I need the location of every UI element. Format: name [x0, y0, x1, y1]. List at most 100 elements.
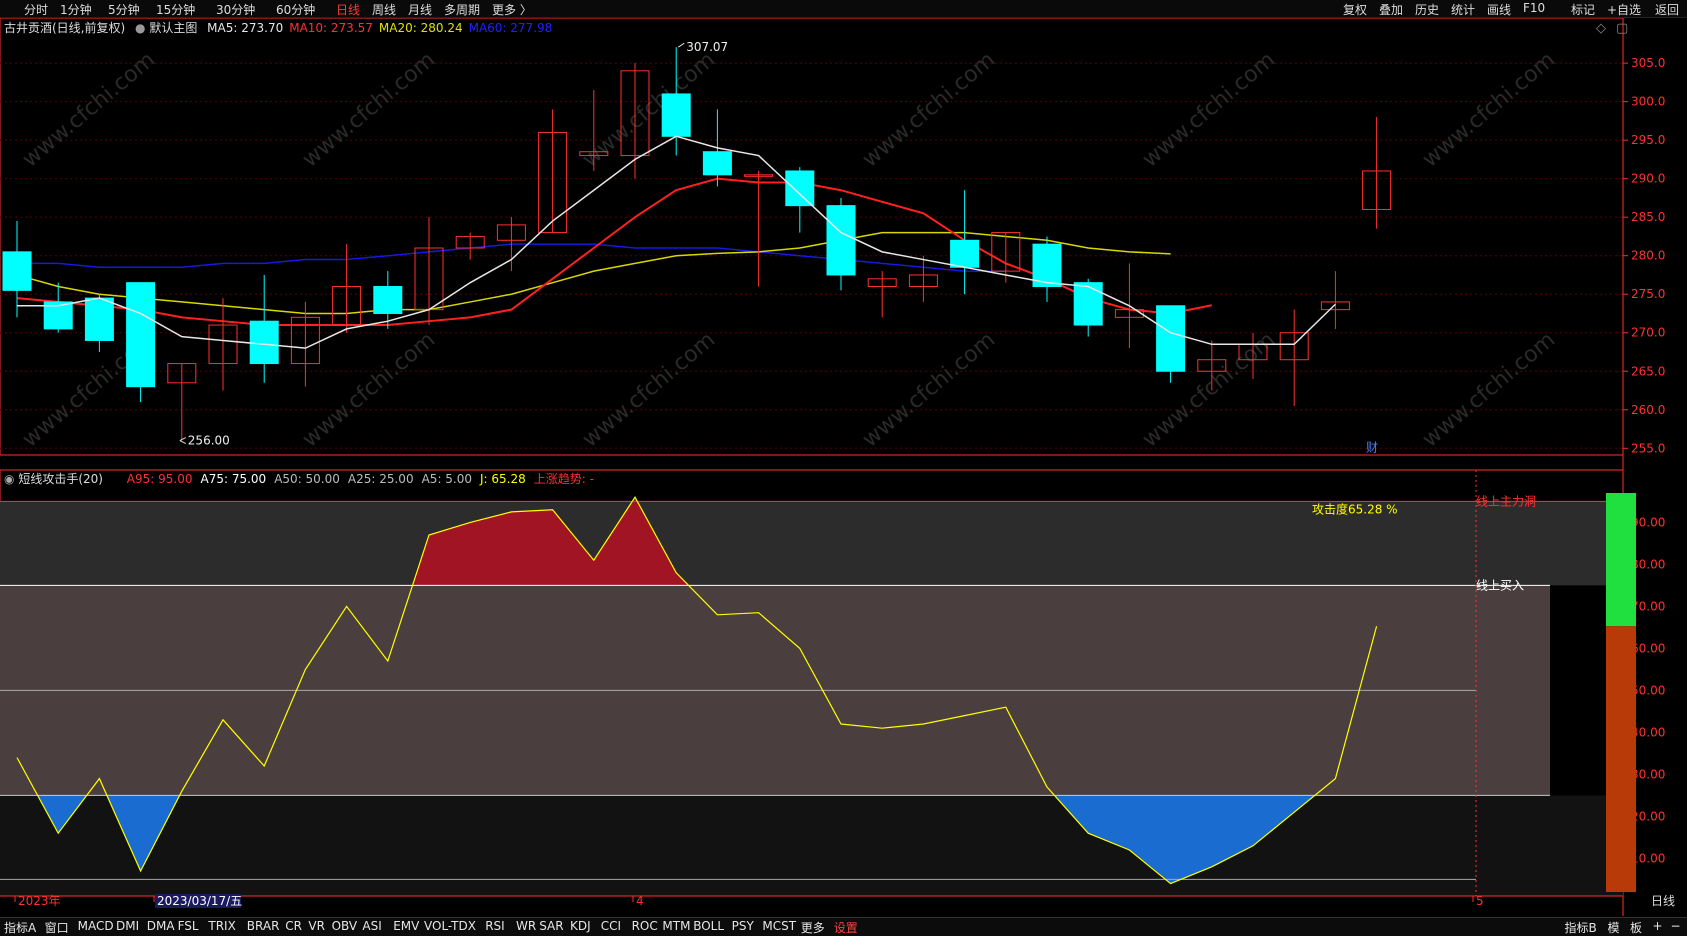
indicator-tab-11[interactable]: ASI	[362, 919, 381, 933]
indicator-value-0: A95: 95.00	[126, 472, 193, 486]
indicator-tab-6[interactable]: TRIX	[208, 919, 235, 933]
period-tab-0[interactable]: 分时	[24, 1, 48, 18]
candle-body	[84, 297, 114, 341]
indicator-tab-7[interactable]: BRAR	[247, 919, 280, 933]
low-marker: 256.00	[188, 434, 230, 448]
indicator-tab-25[interactable]: 设置	[834, 919, 858, 936]
period-tab-3[interactable]: 15分钟	[156, 1, 195, 18]
candle-body	[661, 93, 691, 137]
toolbar-right-1[interactable]: +自选	[1607, 1, 1641, 18]
candle-body	[1073, 282, 1103, 326]
indicator-tab-3[interactable]: DMI	[116, 919, 139, 933]
period-tab-4[interactable]: 30分钟	[216, 1, 255, 18]
collapse-icon[interactable]: ◉	[4, 472, 14, 486]
template-label[interactable]: 默认主图	[149, 21, 197, 35]
indicator-tab-18[interactable]: CCI	[601, 919, 621, 933]
indicator-value-6: 上涨趋势: -	[533, 472, 594, 486]
top-label: 线上主力洞	[1476, 494, 1536, 508]
high-marker: 307.07	[686, 40, 728, 54]
indicator-tab-24[interactable]: 更多	[801, 919, 825, 936]
template-dot-icon: ●	[135, 21, 146, 35]
indicator-tab-10[interactable]: OBV	[332, 919, 358, 933]
indicator-right-4[interactable]: 指标B	[1565, 919, 1597, 936]
indicator-tab-16[interactable]: SAR	[539, 919, 563, 933]
main-panel-frame	[0, 18, 1624, 456]
fin-marker: 财	[1366, 440, 1378, 454]
indicator-tab-23[interactable]: MCST	[762, 919, 796, 933]
indicator-right-3[interactable]: 模	[1608, 919, 1620, 936]
indicator-tab-0[interactable]: 指标A	[4, 919, 36, 936]
indicator-tab-13[interactable]: VOL-TDX	[424, 919, 476, 933]
indicator-tab-20[interactable]: MTM	[662, 919, 690, 933]
toolbar-right-0[interactable]: 返回	[1655, 1, 1679, 18]
indicator-name[interactable]: 短线攻击手(20)	[18, 472, 103, 486]
attack-label: 攻击度65.28 %	[1312, 501, 1398, 516]
indicator-value-5: J: 65.28	[480, 472, 526, 486]
gauge-upper	[1606, 493, 1636, 627]
candle-body	[785, 170, 815, 207]
indicator-tab-2[interactable]: MACD	[78, 919, 114, 933]
indicator-tab-15[interactable]: WR	[516, 919, 536, 933]
indicator-tabs: 指标A 窗口 MACD DMI DMA FSL TRIX BRAR CR VR OBV ASI EMV V…	[0, 917, 1687, 936]
candle-body	[126, 282, 156, 388]
indicator-tab-8[interactable]: CR	[285, 919, 302, 933]
period-tab-6[interactable]: 日线	[336, 1, 360, 18]
indicator-tab-12[interactable]: EMV	[393, 919, 419, 933]
square-icon[interactable]: ▢	[1616, 21, 1628, 36]
indicator-tab-21[interactable]: BOLL	[693, 919, 724, 933]
gauge-lower	[1606, 626, 1636, 892]
indicator-value-2: A50: 50.00	[274, 472, 340, 486]
ma-legend-item-0: MA5: 273.70	[207, 21, 284, 35]
main-ytick-label: 260.0	[1631, 403, 1665, 417]
date-label: 4	[636, 894, 644, 908]
indicator-tab-5[interactable]: FSL	[178, 919, 199, 933]
indicator-tab-4[interactable]: DMA	[147, 919, 175, 933]
sub-legend: ◉ 短线攻击手(20) A95: 95.00 A75: 75.00 A50: 50.…	[4, 470, 602, 487]
toolbar-right-6[interactable]: 历史	[1415, 1, 1439, 18]
toolbar-right-2[interactable]: 标记	[1571, 1, 1595, 18]
band-bottom	[0, 795, 1623, 896]
buy-label: 线上买入	[1476, 578, 1524, 592]
date-label: 2023年	[18, 894, 61, 908]
candle-body	[373, 286, 403, 314]
period-label: 日线	[1651, 894, 1675, 908]
main-ytick-label: 255.0	[1631, 441, 1665, 455]
candle-body	[249, 320, 279, 365]
toolbar-right-4[interactable]: 画线	[1487, 1, 1511, 18]
toolbar-right-7[interactable]: 叠加	[1379, 1, 1403, 18]
indicator-right-2[interactable]: 板	[1630, 919, 1642, 936]
date-label: 2023/03/17/五	[157, 894, 242, 908]
diamond-icon[interactable]: ◇	[1596, 21, 1606, 36]
ma-legend-item-3: MA60: 277.98	[468, 21, 553, 35]
period-tab-9[interactable]: 多周期	[444, 1, 480, 18]
sub-ytick-label: 80.00	[1631, 557, 1665, 571]
indicator-tab-1[interactable]: 窗口	[45, 919, 69, 936]
indicator-tab-19[interactable]: ROC	[632, 919, 658, 933]
indicator-tab-14[interactable]: RSI	[485, 919, 505, 933]
sub-ytick-label: 60.00	[1631, 641, 1665, 655]
indicator-values: A95: 95.00 A75: 75.00 A50: 50.00 A25: 25.00…	[127, 472, 602, 486]
toolbar-right-8[interactable]: 复权	[1343, 1, 1367, 18]
period-tab-5[interactable]: 60分钟	[276, 1, 315, 18]
indicator-tab-9[interactable]: VR	[308, 919, 325, 933]
sub-ytick-label: 10.00	[1631, 851, 1665, 865]
period-tab-10[interactable]: 更多 〉	[492, 1, 532, 18]
candle-body	[950, 239, 980, 268]
chart-area: 255.0 260.0 265.0 270.0 275.0 280.0 285.0 290.0…	[0, 18, 1675, 916]
indicator-right-1[interactable]: +	[1653, 919, 1663, 933]
ma-legend-item-1: MA10: 273.57	[289, 21, 373, 35]
main-ytick-label: 275.0	[1631, 287, 1665, 301]
indicator-tab-17[interactable]: KDJ	[570, 919, 591, 933]
period-tab-1[interactable]: 1分钟	[60, 1, 92, 18]
main-ytick-label: 290.0	[1631, 172, 1665, 186]
period-tab-7[interactable]: 周线	[372, 1, 396, 18]
indicator-right-0[interactable]: −	[1671, 919, 1681, 933]
period-tab-8[interactable]: 月线	[408, 1, 432, 18]
indicator-value-4: A5: 5.00	[421, 472, 473, 486]
indicator-tab-22[interactable]: PSY	[732, 919, 754, 933]
toolbar-right-5[interactable]: 统计	[1451, 1, 1475, 18]
period-tab-2[interactable]: 5分钟	[108, 1, 140, 18]
main-ytick-label: 265.0	[1631, 364, 1665, 378]
toolbar-right-3[interactable]: F10	[1523, 1, 1545, 15]
main-ytick-label: 270.0	[1631, 326, 1665, 340]
